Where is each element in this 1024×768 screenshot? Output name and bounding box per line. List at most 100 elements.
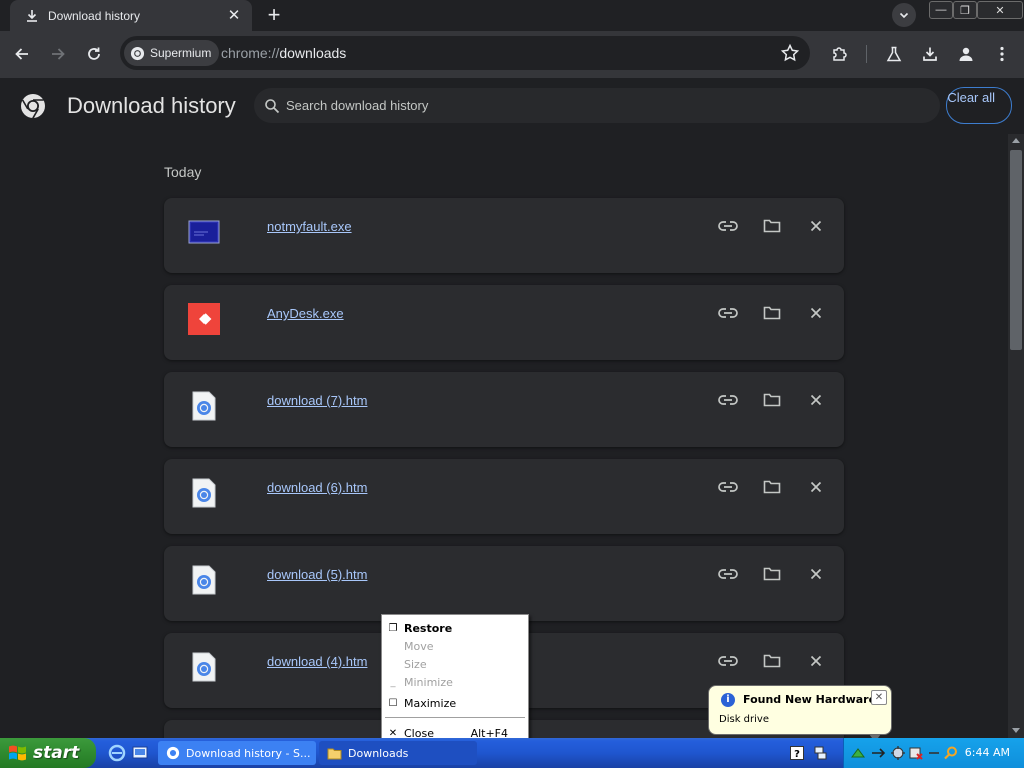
url-path: downloads — [279, 45, 347, 61]
reload-button[interactable] — [81, 41, 107, 67]
usb-device-icon[interactable] — [870, 745, 886, 761]
download-item: AnyDesk.exe — [164, 285, 844, 360]
download-filename-link[interactable]: AnyDesk.exe — [267, 306, 344, 321]
browser-toolbar: Supermium chrome://downloads — [0, 31, 1024, 78]
menu-item-restore[interactable]: ❐ Restore — [382, 619, 528, 637]
chevron-down-icon — [899, 12, 909, 19]
downloads-header: Download history Clear all — [0, 78, 1024, 134]
download-item: notmyfault.exe — [164, 198, 844, 273]
safely-remove-hardware-icon[interactable] — [850, 745, 866, 761]
show-in-folder-button[interactable] — [760, 477, 784, 497]
page-scrollbar[interactable] — [1008, 134, 1024, 738]
profile-button[interactable] — [953, 41, 979, 67]
restore-window-button[interactable]: ❐ — [953, 1, 977, 19]
download-filename-link[interactable]: download (4).htm — [267, 654, 367, 669]
quicklaunch-ie-icon[interactable] — [107, 743, 127, 763]
remove-button[interactable] — [804, 390, 828, 410]
download-item: download (5).htm — [164, 546, 844, 621]
menu-item-label: Maximize — [404, 696, 457, 710]
copy-link-button[interactable] — [716, 477, 740, 497]
chrome-logo-icon — [166, 746, 180, 760]
clock: 6:44 AM — [964, 746, 1010, 759]
tab-close-icon[interactable]: ✕ — [226, 7, 242, 24]
hardware-wizard-icon[interactable] — [890, 745, 906, 761]
notmyfault-icon — [188, 218, 220, 246]
copy-link-button[interactable] — [716, 303, 740, 323]
taskbar-item-chrome[interactable]: Download history - S... — [158, 741, 316, 765]
bookmark-star-icon[interactable] — [780, 43, 800, 63]
show-in-folder-button[interactable] — [760, 651, 784, 671]
copy-link-button[interactable] — [716, 390, 740, 410]
search-icon — [265, 98, 280, 113]
remove-button[interactable] — [804, 564, 828, 584]
chrome-logo-icon — [130, 46, 145, 60]
close-icon — [810, 307, 822, 319]
download-filename-link[interactable]: notmyfault.exe — [267, 219, 352, 234]
menu-item-minimize: _ Minimize — [382, 673, 528, 691]
close-icon — [810, 394, 822, 406]
link-icon — [718, 308, 738, 318]
remove-button[interactable] — [804, 477, 828, 497]
labs-button[interactable] — [881, 41, 907, 67]
remove-button[interactable] — [804, 216, 828, 236]
show-in-folder-button[interactable] — [760, 390, 784, 410]
menu-item-label: Restore — [404, 621, 453, 635]
extensions-button[interactable] — [827, 41, 853, 67]
tab-search-button[interactable] — [892, 3, 916, 27]
security-alert-icon[interactable] — [908, 745, 924, 761]
remove-button[interactable] — [804, 303, 828, 323]
search-box[interactable] — [254, 88, 940, 123]
start-button[interactable]: start — [0, 738, 96, 768]
remove-button[interactable] — [804, 651, 828, 671]
found-new-hardware-balloon[interactable]: i Found New Hardware Disk drive ✕ — [708, 685, 892, 742]
scroll-up-arrow-icon[interactable] — [1012, 138, 1020, 143]
svg-text:?: ? — [794, 749, 800, 760]
copy-link-button[interactable] — [716, 651, 740, 671]
show-in-folder-button[interactable] — [760, 564, 784, 584]
arrow-right-icon — [52, 48, 65, 60]
quicklaunch-show-desktop-icon[interactable] — [130, 743, 150, 763]
back-button[interactable] — [9, 41, 35, 67]
balloon-text: Disk drive — [719, 714, 769, 725]
address-bar[interactable]: Supermium chrome://downloads — [120, 36, 810, 70]
menu-item-maximize[interactable]: ☐ Maximize — [382, 694, 528, 712]
minimize-window-button[interactable]: — — [929, 1, 953, 19]
search-input[interactable] — [286, 98, 886, 113]
minus-icon[interactable] — [926, 745, 942, 761]
download-filename-link[interactable]: download (5).htm — [267, 567, 367, 582]
window-context-menu: ❐ Restore Move Size _ Minimize ☐ Maximiz… — [381, 614, 529, 746]
forward-button[interactable] — [45, 41, 71, 67]
puzzle-icon — [833, 47, 847, 61]
link-icon — [718, 569, 738, 579]
new-tab-button[interactable]: + — [262, 4, 286, 28]
info-icon: i — [721, 693, 735, 707]
tab-download-history[interactable]: Download history ✕ — [10, 0, 252, 31]
copy-link-button[interactable] — [716, 216, 740, 236]
network-icon[interactable] — [812, 745, 828, 761]
close-window-button[interactable]: ✕ — [977, 1, 1023, 19]
windows-flag-icon — [9, 745, 26, 761]
help-icon[interactable]: ? — [789, 745, 805, 761]
download-icon — [923, 47, 937, 61]
balloon-close-button[interactable]: ✕ — [871, 690, 887, 705]
download-item: download (6).htm — [164, 459, 844, 534]
scroll-down-arrow-icon[interactable] — [1012, 728, 1020, 733]
download-filename-link[interactable]: download (6).htm — [267, 480, 367, 495]
scroll-thumb[interactable] — [1010, 150, 1022, 350]
folder-icon — [763, 306, 781, 320]
show-in-folder-button[interactable] — [760, 216, 784, 236]
magnifier-icon[interactable] — [943, 745, 959, 761]
chrome-file-icon — [188, 652, 220, 682]
copy-link-button[interactable] — [716, 564, 740, 584]
reload-icon — [88, 47, 100, 60]
show-in-folder-button[interactable] — [760, 303, 784, 323]
url-scheme: chrome:// — [221, 45, 280, 61]
taskbar: start Download history - S... Downloads … — [0, 738, 1024, 768]
site-info-chip[interactable]: Supermium — [124, 40, 220, 66]
downloads-button[interactable] — [917, 41, 943, 67]
taskbar-item-downloads-folder[interactable]: Downloads — [319, 741, 477, 765]
arrow-left-icon — [15, 48, 28, 60]
clear-all-button[interactable]: Clear all — [946, 87, 1012, 124]
menu-button[interactable] — [989, 41, 1015, 67]
download-filename-link[interactable]: download (7).htm — [267, 393, 367, 408]
